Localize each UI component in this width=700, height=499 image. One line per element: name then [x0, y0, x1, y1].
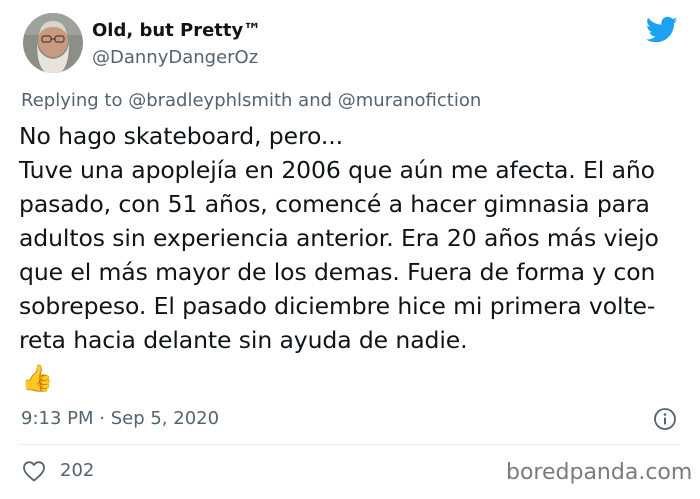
mention-link[interactable]: @bradleyphlsmith: [128, 90, 292, 111]
avatar[interactable]: [23, 13, 83, 73]
replying-to-conjunction: and: [292, 90, 338, 111]
tweet-text: No hago skateboard, pero... Tuve una apo…: [19, 122, 659, 354]
replying-to: Replying to @bradleyphlsmith and @murano…: [21, 90, 481, 111]
divider: [20, 444, 680, 445]
like-count: 202: [60, 460, 95, 481]
mention-link[interactable]: @muranofiction: [338, 90, 482, 111]
watermark: boredpanda.com: [506, 460, 693, 485]
thumbs-up-icon: 👍: [21, 364, 54, 394]
tweet-card: Old, but Pretty™ @DannyDangerOz Replying…: [0, 0, 700, 499]
twitter-bird-icon[interactable]: [646, 16, 678, 44]
user-handle[interactable]: @DannyDangerOz: [92, 47, 258, 68]
display-name[interactable]: Old, but Pretty™: [92, 20, 261, 41]
tweet-timestamp[interactable]: 9:13 PM · Sep 5, 2020: [21, 408, 219, 429]
info-icon[interactable]: [653, 407, 677, 431]
avatar-image: [23, 13, 83, 73]
replying-to-prefix: Replying to: [21, 90, 129, 111]
heart-icon[interactable]: [22, 460, 46, 482]
